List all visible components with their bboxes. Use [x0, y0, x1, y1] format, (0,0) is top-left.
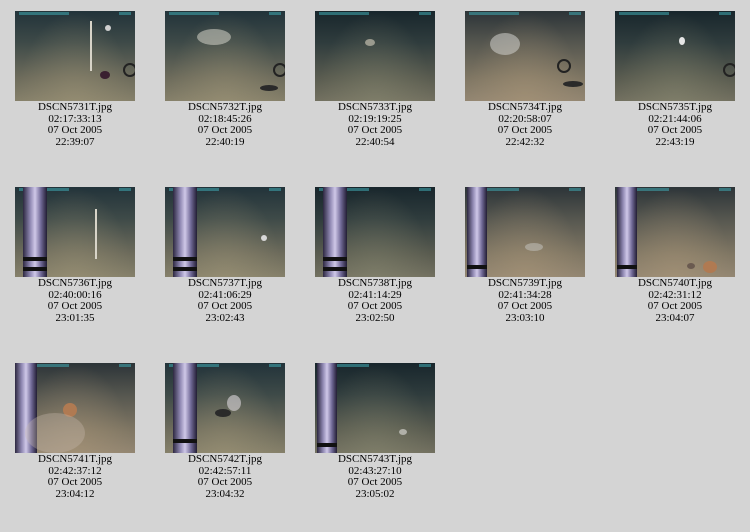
thumbnail-image[interactable]	[15, 187, 135, 277]
thumbnail-image[interactable]	[615, 11, 735, 101]
date: 07 Oct 2005	[497, 300, 553, 312]
image-caption: DSCN5739T.jpg 02:41:34:28 07 Oct 2005 23…	[450, 277, 600, 324]
gallery-item[interactable]: DSCN5737T.jpg 02:41:06:29 07 Oct 2005 23…	[150, 187, 300, 324]
date: 07 Oct 2005	[347, 476, 403, 488]
image-caption: DSCN5738T.jpg 02:41:14:29 07 Oct 2005 23…	[300, 277, 450, 324]
image-caption: DSCN5740T.jpg 02:42:31:12 07 Oct 2005 23…	[600, 277, 750, 324]
date: 07 Oct 2005	[47, 124, 103, 136]
gallery-item[interactable]: DSCN5735T.jpg 02:21:44:06 07 Oct 2005 22…	[600, 11, 750, 148]
file-name: DSCN5738T.jpg	[337, 277, 413, 289]
file-name: DSCN5734T.jpg	[487, 101, 563, 113]
thumbnail-image[interactable]	[15, 363, 135, 453]
gallery-item[interactable]: DSCN5739T.jpg 02:41:34:28 07 Oct 2005 23…	[450, 187, 600, 324]
date: 07 Oct 2005	[497, 124, 553, 136]
date: 07 Oct 2005	[647, 124, 703, 136]
file-name: DSCN5733T.jpg	[337, 101, 413, 113]
gallery-item[interactable]: DSCN5743T.jpg 02:43:27:10 07 Oct 2005 23…	[300, 363, 450, 500]
time: 23:01:35	[55, 311, 95, 324]
gallery-item[interactable]: DSCN5732T.jpg 02:18:45:26 07 Oct 2005 22…	[150, 11, 300, 148]
time: 22:42:32	[505, 135, 545, 148]
file-name: DSCN5741T.jpg	[37, 453, 113, 465]
image-caption: DSCN5735T.jpg 02:21:44:06 07 Oct 2005 22…	[600, 101, 750, 148]
date: 07 Oct 2005	[347, 300, 403, 312]
date: 07 Oct 2005	[47, 476, 103, 488]
file-name: DSCN5740T.jpg	[637, 277, 713, 289]
gallery-item[interactable]: DSCN5740T.jpg 02:42:31:12 07 Oct 2005 23…	[600, 187, 750, 324]
gallery-item[interactable]: DSCN5731T.jpg 02:17:33:13 07 Oct 2005 22…	[0, 11, 150, 148]
time: 22:40:54	[355, 135, 395, 148]
date: 07 Oct 2005	[197, 300, 253, 312]
file-name: DSCN5742T.jpg	[187, 453, 263, 465]
time: 23:04:12	[55, 487, 95, 500]
file-name: DSCN5737T.jpg	[187, 277, 263, 289]
file-name: DSCN5736T.jpg	[37, 277, 113, 289]
image-caption: DSCN5737T.jpg 02:41:06:29 07 Oct 2005 23…	[150, 277, 300, 324]
time: 23:04:07	[655, 311, 695, 324]
time: 22:40:19	[205, 135, 245, 148]
gallery-item[interactable]: DSCN5733T.jpg 02:19:19:25 07 Oct 2005 22…	[300, 11, 450, 148]
thumbnail-image[interactable]	[465, 11, 585, 101]
file-name: DSCN5739T.jpg	[487, 277, 563, 289]
thumbnail-image[interactable]	[465, 187, 585, 277]
thumbnail-image[interactable]	[315, 11, 435, 101]
gallery-item[interactable]: DSCN5736T.jpg 02:40:00:16 07 Oct 2005 23…	[0, 187, 150, 324]
date: 07 Oct 2005	[347, 124, 403, 136]
gallery-item[interactable]: DSCN5734T.jpg 02:20:58:07 07 Oct 2005 22…	[450, 11, 600, 148]
time: 23:03:10	[505, 311, 545, 324]
file-name: DSCN5731T.jpg	[37, 101, 113, 113]
thumbnail-image[interactable]	[165, 187, 285, 277]
thumbnail-image[interactable]	[315, 363, 435, 453]
image-caption: DSCN5741T.jpg 02:42:37:12 07 Oct 2005 23…	[0, 453, 150, 500]
thumbnail-image[interactable]	[615, 187, 735, 277]
image-caption: DSCN5736T.jpg 02:40:00:16 07 Oct 2005 23…	[0, 277, 150, 324]
time: 23:05:02	[355, 487, 395, 500]
gallery-item[interactable]: DSCN5741T.jpg 02:42:37:12 07 Oct 2005 23…	[0, 363, 150, 500]
date: 07 Oct 2005	[197, 124, 253, 136]
thumbnail-image[interactable]	[165, 11, 285, 101]
time: 22:39:07	[55, 135, 95, 148]
photo-gallery: DSCN5731T.jpg 02:17:33:13 07 Oct 2005 22…	[0, 0, 750, 532]
file-name: DSCN5735T.jpg	[637, 101, 713, 113]
date: 07 Oct 2005	[647, 300, 703, 312]
gallery-item[interactable]: DSCN5742T.jpg 02:42:57:11 07 Oct 2005 23…	[150, 363, 300, 500]
date: 07 Oct 2005	[47, 300, 103, 312]
thumbnail-image[interactable]	[315, 187, 435, 277]
image-caption: DSCN5734T.jpg 02:20:58:07 07 Oct 2005 22…	[450, 101, 600, 148]
thumbnail-image[interactable]	[165, 363, 285, 453]
file-name: DSCN5732T.jpg	[187, 101, 263, 113]
file-name: DSCN5743T.jpg	[337, 453, 413, 465]
time: 22:43:19	[655, 135, 695, 148]
time: 23:02:43	[205, 311, 245, 324]
gallery-item[interactable]: DSCN5738T.jpg 02:41:14:29 07 Oct 2005 23…	[300, 187, 450, 324]
image-caption: DSCN5731T.jpg 02:17:33:13 07 Oct 2005 22…	[0, 101, 150, 148]
time: 23:04:32	[205, 487, 245, 500]
thumbnail-image[interactable]	[15, 11, 135, 101]
image-caption: DSCN5732T.jpg 02:18:45:26 07 Oct 2005 22…	[150, 101, 300, 148]
image-caption: DSCN5742T.jpg 02:42:57:11 07 Oct 2005 23…	[150, 453, 300, 500]
date: 07 Oct 2005	[197, 476, 253, 488]
time: 23:02:50	[355, 311, 395, 324]
image-caption: DSCN5733T.jpg 02:19:19:25 07 Oct 2005 22…	[300, 101, 450, 148]
image-caption: DSCN5743T.jpg 02:43:27:10 07 Oct 2005 23…	[300, 453, 450, 500]
